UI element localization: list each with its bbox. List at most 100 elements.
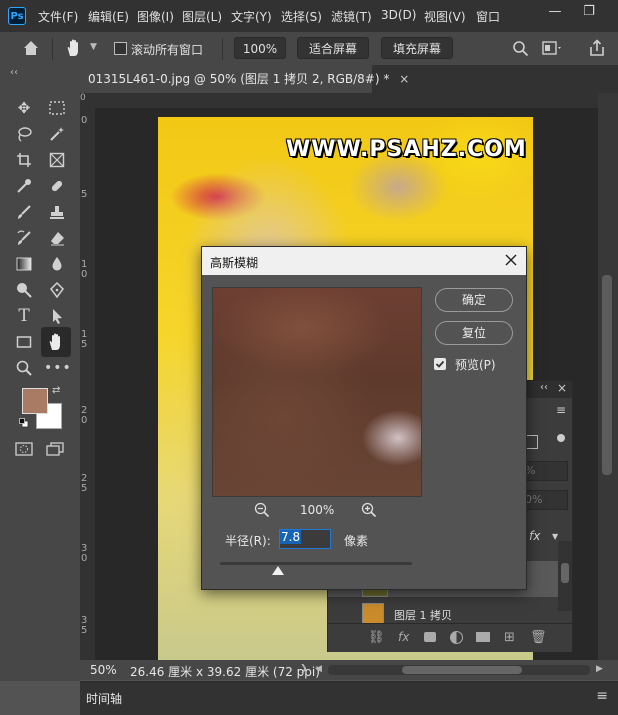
- clone-stamp-tool-icon[interactable]: [44, 199, 70, 225]
- vertical-scrollbar-thumb[interactable]: [602, 275, 612, 475]
- group-folder-icon[interactable]: [476, 632, 490, 642]
- menu-select[interactable]: 选择(S): [281, 8, 322, 25]
- gradient-tool-icon[interactable]: [11, 251, 37, 277]
- zoom-out-icon[interactable]: [254, 502, 270, 521]
- menu-window[interactable]: 窗口: [476, 8, 500, 25]
- layer-dot-icon[interactable]: [557, 434, 565, 442]
- dodge-tool-icon[interactable]: [11, 277, 37, 303]
- timeline-title[interactable]: 时间轴: [86, 690, 122, 707]
- panel-menu-icon[interactable]: ≡: [556, 403, 566, 417]
- move-tool-icon[interactable]: ✥: [11, 95, 37, 121]
- gaussian-blur-dialog: 高斯模糊 确定 复位 预览(P) 100% 半径(R): 7.8 像素: [201, 246, 527, 590]
- layers-scrollbar[interactable]: [558, 541, 572, 611]
- minimize-button[interactable]: —: [538, 0, 572, 24]
- pen-tool-icon[interactable]: [44, 277, 70, 303]
- fit-screen-button[interactable]: 适合屏幕: [297, 37, 369, 59]
- status-doc-size: 26.46 厘米 x 39.62 厘米 (72 ppi): [130, 665, 320, 679]
- blur-tool-icon[interactable]: [44, 251, 70, 277]
- add-mask-icon[interactable]: [424, 632, 436, 642]
- ruler-v-label: 0: [81, 115, 88, 126]
- fill-screen-button[interactable]: 填充屏幕: [381, 37, 453, 59]
- search-icon[interactable]: [512, 40, 529, 60]
- panel-close-icon[interactable]: ×: [557, 381, 567, 395]
- tab-close-icon[interactable]: ×: [399, 72, 409, 86]
- hscroll-left-icon[interactable]: ◀: [315, 664, 322, 674]
- add-style-icon[interactable]: fx: [398, 630, 409, 644]
- horizontal-scrollbar[interactable]: [328, 665, 590, 675]
- opacity-field[interactable]: %: [524, 461, 568, 481]
- hand-tool-icon[interactable]: [64, 38, 84, 61]
- menu-image[interactable]: 图像(I): [137, 8, 174, 25]
- ok-button[interactable]: 确定: [435, 288, 513, 312]
- layer-row[interactable]: 图层 1 拷贝: [328, 601, 558, 625]
- scroll-all-checkbox[interactable]: [114, 42, 127, 55]
- dialog-title-bar[interactable]: 高斯模糊: [202, 247, 526, 275]
- ruler-v-label: 1 0: [81, 259, 88, 280]
- preview-checkbox[interactable]: [434, 358, 446, 370]
- radius-slider-thumb[interactable]: [271, 566, 284, 575]
- radius-input[interactable]: 7.8: [279, 529, 331, 549]
- fill-field[interactable]: 0%: [524, 490, 568, 510]
- document-tab[interactable]: 01315L461-0.jpg @ 50% (图层 1 拷贝 2, RGB/8#…: [80, 65, 409, 93]
- layers-scrollbar-thumb[interactable]: [561, 563, 569, 583]
- link-layers-icon[interactable]: ⛓: [368, 630, 385, 645]
- status-zoom[interactable]: 50%: [90, 663, 117, 677]
- fx-chevron-icon[interactable]: ▼: [552, 532, 558, 541]
- more-tools-icon[interactable]: •••: [44, 355, 71, 381]
- new-layer-icon[interactable]: ⊞: [504, 630, 515, 645]
- menu-3d[interactable]: 3D(D): [381, 8, 416, 22]
- radius-slider-track[interactable]: [220, 562, 412, 565]
- hand-tool-active-icon[interactable]: [41, 327, 71, 357]
- healing-brush-tool-icon[interactable]: [44, 173, 70, 199]
- panel-collapse-icon[interactable]: ‹‹: [540, 382, 548, 393]
- path-selection-tool-icon[interactable]: [44, 303, 70, 329]
- screen-mode-icon[interactable]: [46, 442, 64, 459]
- ruler-v-label: 2 5: [81, 473, 88, 494]
- reset-button[interactable]: 复位: [435, 321, 513, 345]
- trash-icon[interactable]: 🗑: [530, 630, 547, 645]
- adjustment-layer-icon[interactable]: [450, 631, 463, 644]
- foreground-color-swatch[interactable]: [22, 388, 48, 414]
- options-bar: ▼ 滚动所有窗口 100% 适合屏幕 填充屏幕: [0, 32, 618, 66]
- type-tool-icon[interactable]: T: [11, 303, 37, 329]
- eraser-tool-icon[interactable]: [44, 225, 70, 251]
- dialog-close-icon[interactable]: [504, 253, 518, 270]
- share-icon[interactable]: [588, 39, 606, 60]
- close-button-edge[interactable]: [606, 0, 618, 24]
- swap-colors-icon[interactable]: ⇄: [52, 385, 60, 396]
- eyedropper-tool-icon[interactable]: [11, 173, 37, 199]
- home-icon[interactable]: [22, 39, 40, 60]
- rectangle-tool-icon[interactable]: [11, 329, 37, 355]
- chevron-down-icon[interactable]: ▼: [90, 42, 97, 52]
- zoom-in-icon[interactable]: [361, 502, 377, 521]
- quick-mask-icon[interactable]: [15, 442, 33, 459]
- lasso-tool-icon[interactable]: [11, 121, 37, 147]
- document-tab-title: 01315L461-0.jpg @ 50% (图层 1 拷贝 2, RGB/8#…: [88, 72, 390, 86]
- frame-tool-icon[interactable]: [44, 147, 70, 173]
- fx-icon[interactable]: fx: [529, 529, 540, 543]
- menu-view[interactable]: 视图(V): [424, 8, 466, 25]
- hscroll-right-icon[interactable]: ▶: [596, 664, 603, 674]
- horizontal-scrollbar-thumb[interactable]: [402, 666, 522, 674]
- photoshop-logo: Ps: [8, 7, 26, 25]
- crop-tool-icon[interactable]: [11, 147, 37, 173]
- marquee-tool-icon[interactable]: [44, 95, 70, 121]
- zoom-100-button[interactable]: 100%: [234, 37, 286, 59]
- blur-preview[interactable]: [212, 287, 422, 497]
- preview-label: 预览(P): [455, 358, 496, 372]
- status-arrow-icon[interactable]: ❯: [300, 664, 308, 674]
- default-colors-icon[interactable]: [19, 417, 29, 428]
- brush-tool-icon[interactable]: [11, 199, 37, 225]
- magic-wand-tool-icon[interactable]: [44, 121, 70, 147]
- status-bar: 50% 26.46 厘米 x 39.62 厘米 (72 ppi) ❯ ◀ ▶: [80, 660, 618, 680]
- menu-type[interactable]: 文字(Y): [231, 8, 272, 25]
- history-brush-tool-icon[interactable]: [11, 225, 37, 251]
- menu-filter[interactable]: 滤镜(T): [331, 8, 372, 25]
- menu-file[interactable]: 文件(F): [38, 8, 78, 25]
- menu-layer[interactable]: 图层(L): [182, 8, 222, 25]
- workspace-icon[interactable]: [542, 41, 562, 58]
- zoom-tool-icon[interactable]: [11, 355, 37, 381]
- timeline-menu-icon[interactable]: ≡: [596, 688, 608, 704]
- menu-edit[interactable]: 编辑(E): [88, 8, 129, 25]
- restore-button[interactable]: ❐: [572, 0, 606, 24]
